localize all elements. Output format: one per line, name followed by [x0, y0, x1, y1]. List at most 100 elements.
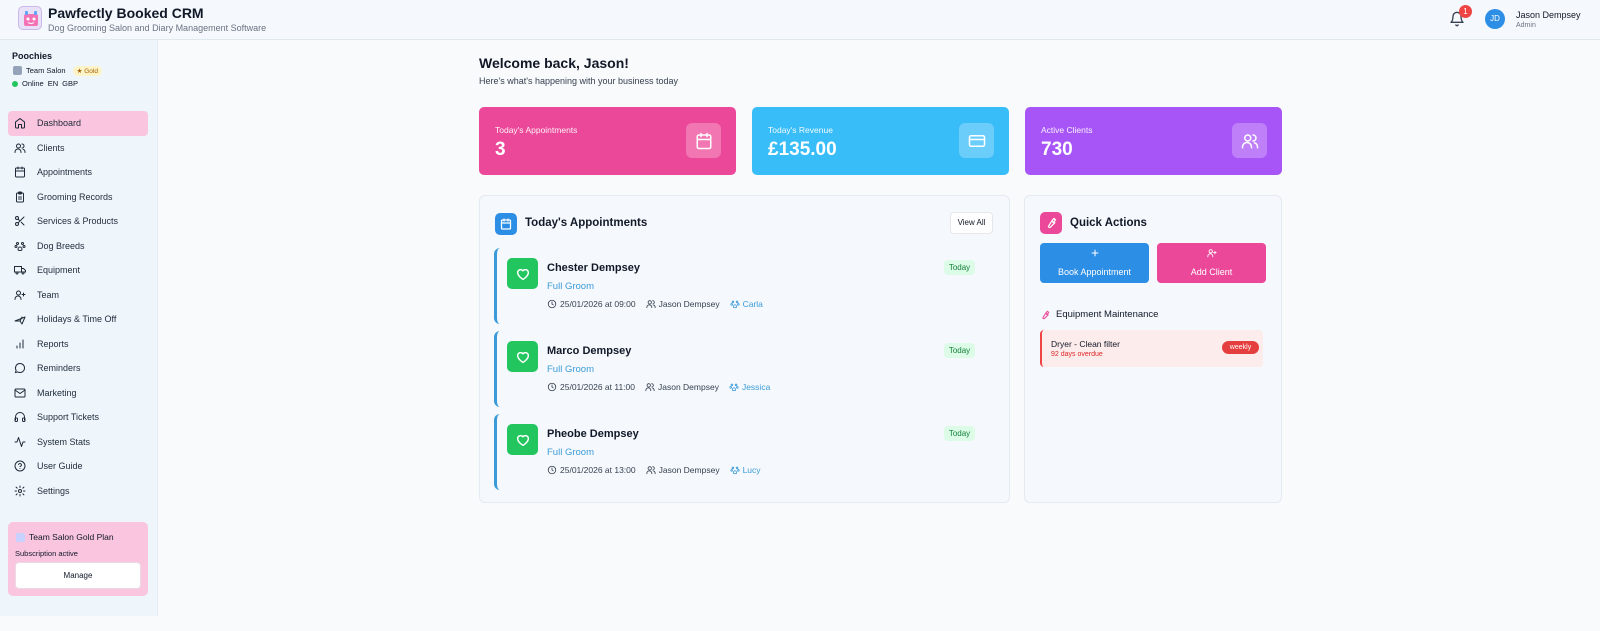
app-title: Pawfectly Booked CRM: [48, 5, 204, 21]
bar-chart-icon: [14, 338, 26, 350]
maintenance-overdue-text: 92 days overdue: [1051, 351, 1103, 358]
sidebar-item-reports[interactable]: Reports: [8, 332, 148, 357]
user-avatar[interactable]: JD: [1485, 9, 1505, 29]
sidebar-item-services-products[interactable]: Services & Products: [8, 209, 148, 234]
sidebar-item-reminders[interactable]: Reminders: [8, 356, 148, 381]
welcome-subtitle: Here's what's happening with your busine…: [479, 76, 679, 86]
currency-indicator[interactable]: GBP: [62, 79, 78, 88]
todays-appointments-panel: Today's Appointments View All Chester De…: [479, 195, 1010, 503]
sidebar-item-label: Clients: [37, 142, 65, 153]
user-name[interactable]: Jason Dempsey: [1516, 10, 1581, 20]
appointment-owner: Jason Dempsey: [658, 382, 719, 392]
sidebar-item-grooming-records[interactable]: Grooming Records: [8, 185, 148, 210]
appointment-owner: Jason Dempsey: [658, 465, 720, 475]
sidebar-item-label: Reminders: [37, 363, 81, 374]
online-status: Online: [22, 79, 44, 88]
sidebar-nav: Dashboard Clients Appointments Grooming …: [8, 111, 148, 503]
clock-icon: [547, 465, 557, 475]
add-client-button[interactable]: Add Client: [1157, 243, 1266, 283]
appointment-item[interactable]: Pheobe Dempsey Full Groom 25/01/2026 at …: [494, 414, 993, 490]
stat-value: £135.00: [768, 139, 837, 160]
appointment-meta: 25/01/2026 at 09:00 Jason Dempsey Carla: [547, 299, 763, 309]
manage-subscription-button[interactable]: Manage: [15, 562, 141, 589]
credit-card-icon: [959, 123, 994, 158]
sidebar-item-label: User Guide: [37, 461, 83, 472]
welcome-heading: Welcome back, Jason!: [479, 55, 629, 71]
plan-status: Subscription active: [15, 549, 78, 558]
sidebar-item-clients[interactable]: Clients: [8, 136, 148, 161]
sidebar-item-label: Support Tickets: [37, 412, 100, 423]
book-appointment-button[interactable]: Book Appointment: [1040, 243, 1149, 283]
status-badge: Today: [944, 343, 975, 358]
stat-value: 730: [1041, 139, 1073, 160]
sidebar-item-appointments[interactable]: Appointments: [8, 160, 148, 185]
appointment-datetime: 25/01/2026 at 11:00: [560, 382, 635, 392]
appointment-service: Full Groom: [547, 281, 594, 292]
sidebar-item-team[interactable]: Team: [8, 283, 148, 308]
wrench-icon: [1042, 310, 1050, 319]
stat-card-active-clients[interactable]: Active Clients 730: [1025, 107, 1282, 175]
appointment-item[interactable]: Marco Dempsey Full Groom 25/01/2026 at 1…: [494, 331, 993, 407]
stat-label: Active Clients: [1041, 125, 1093, 135]
sidebar-item-label: Settings: [37, 485, 70, 496]
mail-icon: [14, 387, 26, 399]
app-subtitle: Dog Grooming Salon and Diary Management …: [48, 23, 267, 33]
appointment-groomer[interactable]: Lucy: [743, 465, 761, 475]
maintenance-item[interactable]: Dryer - Clean filter 92 days overdue wee…: [1040, 330, 1263, 367]
view-all-button[interactable]: View All: [950, 212, 993, 234]
stat-label: Today's Revenue: [768, 125, 833, 135]
sidebar-item-settings[interactable]: Settings: [8, 479, 148, 504]
stat-card-revenue[interactable]: Today's Revenue £135.00: [752, 107, 1009, 175]
users-icon: [1232, 123, 1267, 158]
paw-icon: [729, 299, 740, 309]
book-appointment-label: Book Appointment: [1057, 267, 1132, 277]
sidebar-item-holidays[interactable]: Holidays & Time Off: [8, 307, 148, 332]
sidebar-item-label: Equipment: [37, 265, 81, 276]
status-badge: Today: [944, 426, 975, 441]
plus-icon: [1040, 248, 1149, 260]
wrench-icon: [1040, 212, 1062, 234]
team-icon: [13, 66, 22, 75]
sidebar-item-system-stats[interactable]: System Stats: [8, 430, 148, 455]
clock-icon: [547, 382, 557, 392]
sidebar-item-label: Services & Products: [37, 216, 119, 227]
appointment-meta: 25/01/2026 at 11:00 Jason Dempsey Jessic…: [547, 382, 770, 392]
calendar-icon: [14, 166, 26, 178]
top-header: Pawfectly Booked CRM Dog Grooming Salon …: [0, 0, 1600, 40]
online-status-dot: [12, 80, 18, 87]
appointment-groomer[interactable]: Carla: [743, 299, 763, 309]
heart-icon: [507, 424, 538, 455]
activity-icon: [14, 436, 26, 448]
appointment-item[interactable]: Chester Dempsey Full Groom 25/01/2026 at…: [494, 248, 993, 324]
appointment-groomer[interactable]: Jessica: [742, 382, 770, 392]
notification-count-badge: 1: [1459, 5, 1472, 18]
equipment-maintenance-heading: Equipment Maintenance: [1040, 309, 1158, 320]
stat-card-appointments[interactable]: Today's Appointments 3: [479, 107, 736, 175]
subscription-plan-card: Team Salon Gold Plan Subscription active…: [8, 522, 148, 596]
gear-icon: [14, 485, 26, 497]
sidebar-item-support-tickets[interactable]: Support Tickets: [8, 405, 148, 430]
users-icon: [646, 299, 656, 309]
sidebar-item-dog-breeds[interactable]: Dog Breeds: [8, 234, 148, 259]
user-plus-icon: [1157, 248, 1266, 260]
heart-icon: [507, 341, 538, 372]
paw-icon: [729, 465, 740, 475]
team-label: Team Salon: [26, 66, 66, 75]
appointment-meta: 25/01/2026 at 13:00 Jason Dempsey Lucy: [547, 465, 761, 475]
appointment-pet-name: Pheobe Dempsey: [547, 428, 639, 440]
stat-value: 3: [495, 139, 506, 160]
sidebar-item-user-guide[interactable]: User Guide: [8, 454, 148, 479]
language-indicator[interactable]: EN: [48, 79, 58, 88]
maintenance-title: Equipment Maintenance: [1056, 309, 1159, 320]
app-logo-icon[interactable]: [18, 6, 42, 30]
appointment-datetime: 25/01/2026 at 09:00: [560, 299, 636, 309]
sidebar-item-marketing[interactable]: Marketing: [8, 381, 148, 406]
status-row: Online EN GBP: [12, 79, 78, 88]
sidebar-item-equipment[interactable]: Equipment: [8, 258, 148, 283]
calendar-icon: [686, 123, 721, 158]
sidebar-item-label: Appointments: [37, 167, 93, 178]
sidebar-item-dashboard[interactable]: Dashboard: [8, 111, 148, 136]
user-plus-icon: [14, 289, 26, 301]
tier-badge: ★ Gold: [72, 65, 102, 76]
plane-icon: [14, 313, 26, 325]
